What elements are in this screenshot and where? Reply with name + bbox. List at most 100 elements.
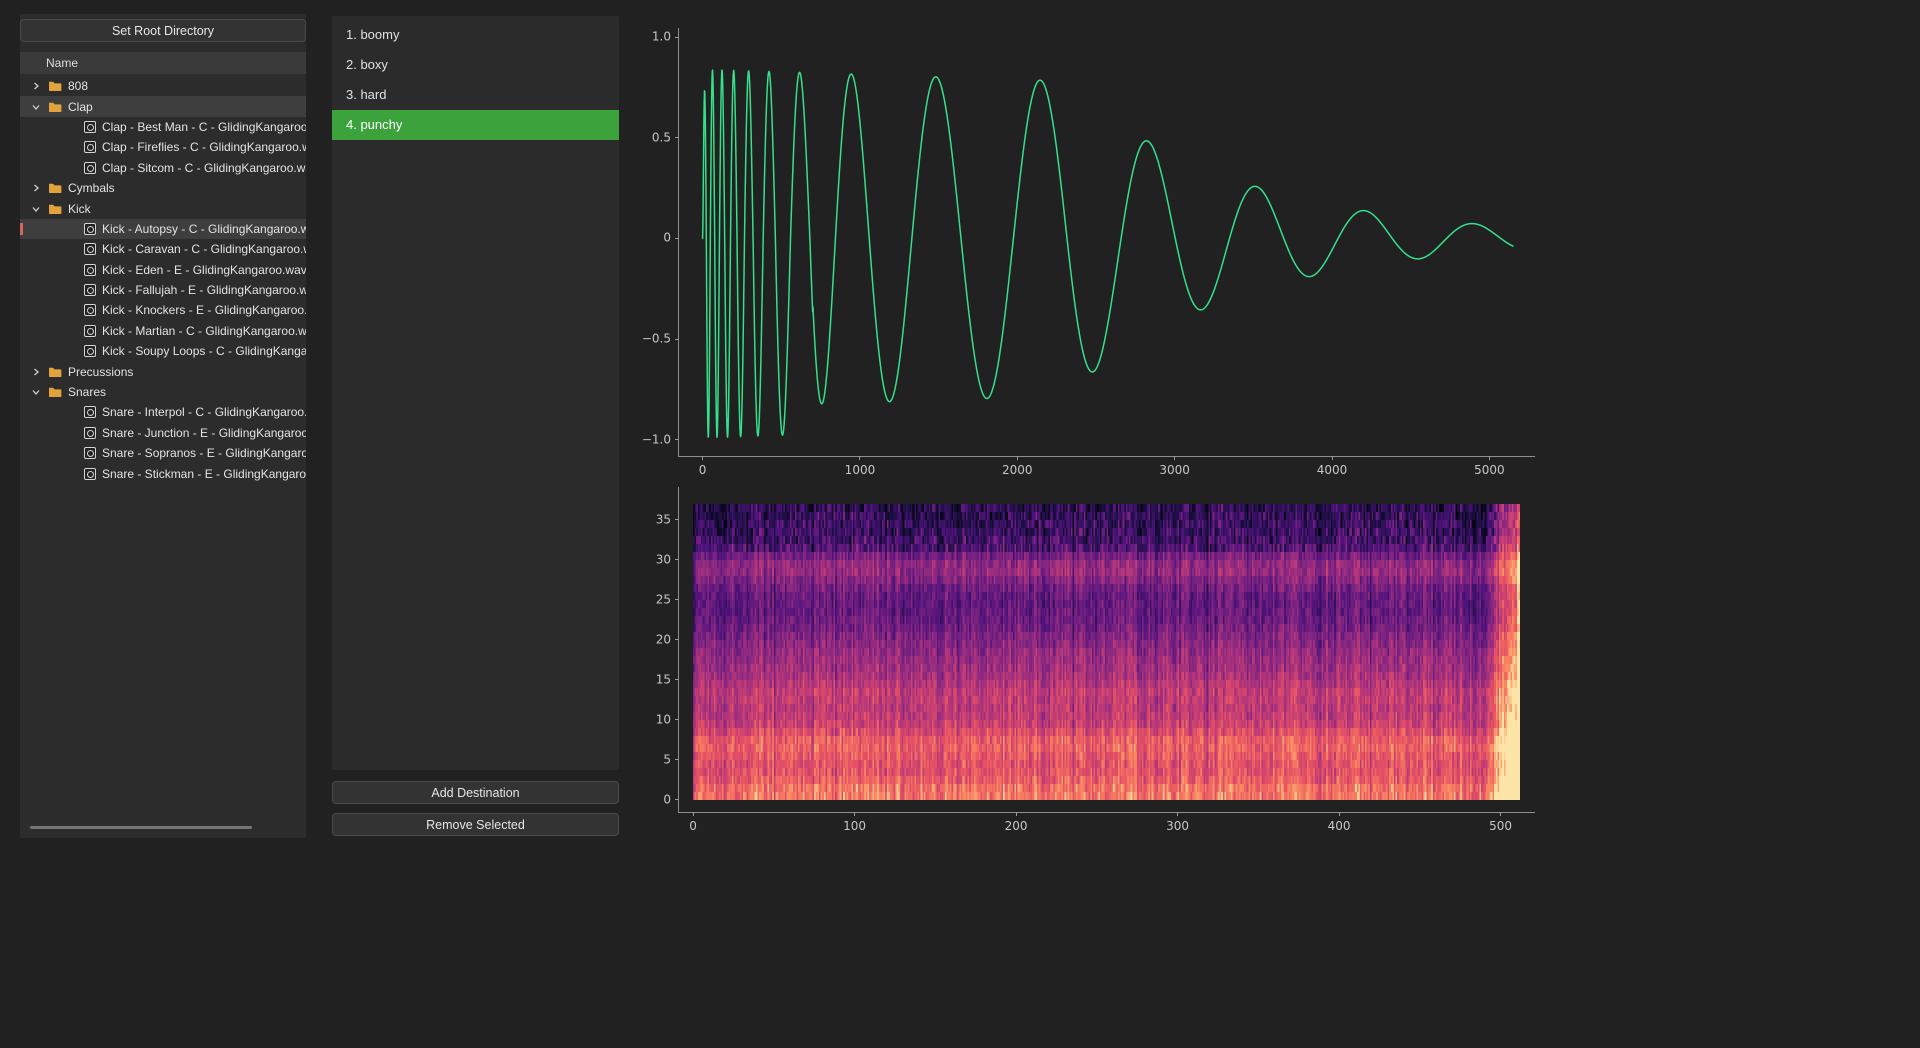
file-label: Kick - Fallujah - E - GlidingKangaroo.wa…	[102, 283, 306, 297]
audio-file-icon	[84, 447, 96, 459]
x-tick-mark	[1174, 456, 1175, 460]
x-tick-mark	[1489, 456, 1490, 460]
x-tick-mark	[859, 456, 860, 460]
y-tick-mark	[675, 719, 679, 720]
spectrogram-plot: 010020030040050005101520253035	[678, 487, 1535, 813]
waveform-plot: 010002000300040005000−1.0−0.500.51.0	[678, 28, 1535, 457]
audio-file-icon	[84, 121, 96, 133]
x-tick-label: 100	[843, 819, 866, 833]
audio-file-icon	[84, 223, 96, 235]
file-label: Kick - Caravan - C - GlidingKangaroo.wav	[102, 242, 306, 256]
add-destination-button[interactable]: Add Destination	[332, 781, 619, 804]
tree-file-row[interactable]: Clap - Fireflies - C - GlidingKangaroo.w…	[20, 137, 306, 157]
file-label: Kick - Knockers - E - GlidingKangaroo.wa…	[102, 303, 306, 317]
audio-file-icon	[84, 304, 96, 316]
tree-header: Name	[20, 52, 306, 74]
audio-file-icon	[84, 284, 96, 296]
destination-item[interactable]: 3. hard	[332, 80, 619, 110]
tree-file-row[interactable]: Kick - Soupy Loops - C - GlidingKangaroo…	[20, 341, 306, 361]
tree-file-row[interactable]: Clap - Sitcom - C - GlidingKangaroo.wav	[20, 158, 306, 178]
file-label: Snare - Junction - E - GlidingKangaroo.w…	[102, 426, 306, 440]
file-label: Kick - Martian - C - GlidingKangaroo.wav	[102, 324, 306, 338]
x-tick-label: 1000	[845, 463, 876, 477]
y-tick-mark	[675, 679, 679, 680]
tree-file-row[interactable]: Kick - Fallujah - E - GlidingKangaroo.wa…	[20, 280, 306, 300]
chevron-right-icon[interactable]	[29, 367, 43, 377]
descriptor-list: 1. boomy2. boxy3. hard4. punchy	[332, 16, 619, 140]
tree-file-row[interactable]: Kick - Martian - C - GlidingKangaroo.wav	[20, 321, 306, 341]
file-label: Snare - Interpol - C - GlidingKangaroo.w…	[102, 405, 306, 419]
y-tick-mark	[675, 559, 679, 560]
chevron-right-icon[interactable]	[29, 183, 43, 193]
file-browser-panel: Set Root Directory Name 808 Clap Clap - Be…	[20, 14, 306, 838]
chevron-down-icon[interactable]	[29, 204, 43, 214]
y-tick-label: 30	[656, 553, 671, 567]
folder-label: 808	[68, 79, 306, 93]
file-label: Snare - Sopranos - E - GlidingKangaroo.w…	[102, 446, 306, 460]
tree-folder-row[interactable]: Clap	[20, 96, 306, 116]
x-tick-mark	[854, 812, 855, 816]
tree-folder-row[interactable]: Precussions	[20, 361, 306, 381]
y-tick-label: 35	[656, 513, 671, 527]
app-window: Set Root Directory Name 808 Clap Clap - Be…	[0, 0, 1920, 1048]
spectrogram-canvas	[693, 504, 1520, 800]
y-tick-label: 10	[656, 713, 671, 727]
y-tick-mark	[675, 799, 679, 800]
y-tick-label: 1.0	[652, 30, 671, 44]
x-tick-mark	[1500, 812, 1501, 816]
destination-item[interactable]: 1. boomy	[332, 20, 619, 50]
tree-folder-row[interactable]: 808	[20, 76, 306, 96]
audio-file-icon	[84, 264, 96, 276]
x-tick-mark	[1017, 456, 1018, 460]
x-tick-label: 300	[1166, 819, 1189, 833]
audio-file-icon	[84, 427, 96, 439]
audio-file-icon	[84, 345, 96, 357]
x-tick-mark	[1332, 456, 1333, 460]
x-tick-label: 5000	[1474, 463, 1505, 477]
tree-folder-row[interactable]: Cymbals	[20, 178, 306, 198]
tree-folder-row[interactable]: Kick	[20, 198, 306, 218]
chevron-right-icon[interactable]	[29, 81, 43, 91]
file-label: Kick - Autopsy - C - GlidingKangaroo.wav	[102, 222, 306, 236]
y-tick-label: 0	[663, 793, 671, 807]
x-tick-mark	[1016, 812, 1017, 816]
chevron-down-icon[interactable]	[29, 387, 43, 397]
horizontal-scrollbar-thumb[interactable]	[30, 826, 252, 829]
chevron-down-icon[interactable]	[29, 102, 43, 112]
tree-folder-row[interactable]: Snares	[20, 382, 306, 402]
destination-item[interactable]: 4. punchy	[332, 110, 619, 140]
tree-file-row[interactable]: Clap - Best Man - C - GlidingKangaroo.wa…	[20, 117, 306, 137]
audio-file-icon	[84, 243, 96, 255]
remove-selected-button[interactable]: Remove Selected	[332, 813, 619, 836]
tree-file-row[interactable]: Snare - Junction - E - GlidingKangaroo.w…	[20, 423, 306, 443]
y-tick-mark	[675, 639, 679, 640]
waveform-canvas	[679, 28, 1535, 456]
audio-file-icon	[84, 162, 96, 174]
folder-label: Kick	[68, 202, 306, 216]
folder-icon	[48, 366, 62, 378]
folder-label: Cymbals	[68, 181, 306, 195]
x-tick-label: 500	[1489, 819, 1512, 833]
descriptor-panel: 1. boomy2. boxy3. hard4. punchy	[332, 16, 619, 770]
folder-icon	[48, 203, 62, 215]
y-tick-mark	[675, 519, 679, 520]
destination-item[interactable]: 2. boxy	[332, 50, 619, 80]
y-tick-label: 5	[663, 753, 671, 767]
tree-file-row[interactable]: Snare - Interpol - C - GlidingKangaroo.w…	[20, 402, 306, 422]
folder-label: Clap	[68, 100, 306, 114]
folder-label: Snares	[68, 385, 306, 399]
x-tick-label: 200	[1005, 819, 1028, 833]
y-tick-label: 25	[656, 593, 671, 607]
set-root-directory-button[interactable]: Set Root Directory	[20, 19, 306, 42]
tree-file-row[interactable]: Kick - Knockers - E - GlidingKangaroo.wa…	[20, 300, 306, 320]
y-tick-mark	[675, 439, 679, 440]
tree-file-row[interactable]: Kick - Autopsy - C - GlidingKangaroo.wav	[20, 219, 306, 239]
tree-file-row[interactable]: Snare - Sopranos - E - GlidingKangaroo.w…	[20, 443, 306, 463]
selection-accent-mark	[20, 223, 23, 235]
tree-file-row[interactable]: Kick - Eden - E - GlidingKangaroo.wav	[20, 260, 306, 280]
x-tick-label: 4000	[1317, 463, 1348, 477]
tree-file-row[interactable]: Snare - Stickman - E - GlidingKangaroo.w…	[20, 463, 306, 483]
tree-file-row[interactable]: Kick - Caravan - C - GlidingKangaroo.wav	[20, 239, 306, 259]
x-tick-label: 400	[1328, 819, 1351, 833]
folder-label: Precussions	[68, 365, 306, 379]
